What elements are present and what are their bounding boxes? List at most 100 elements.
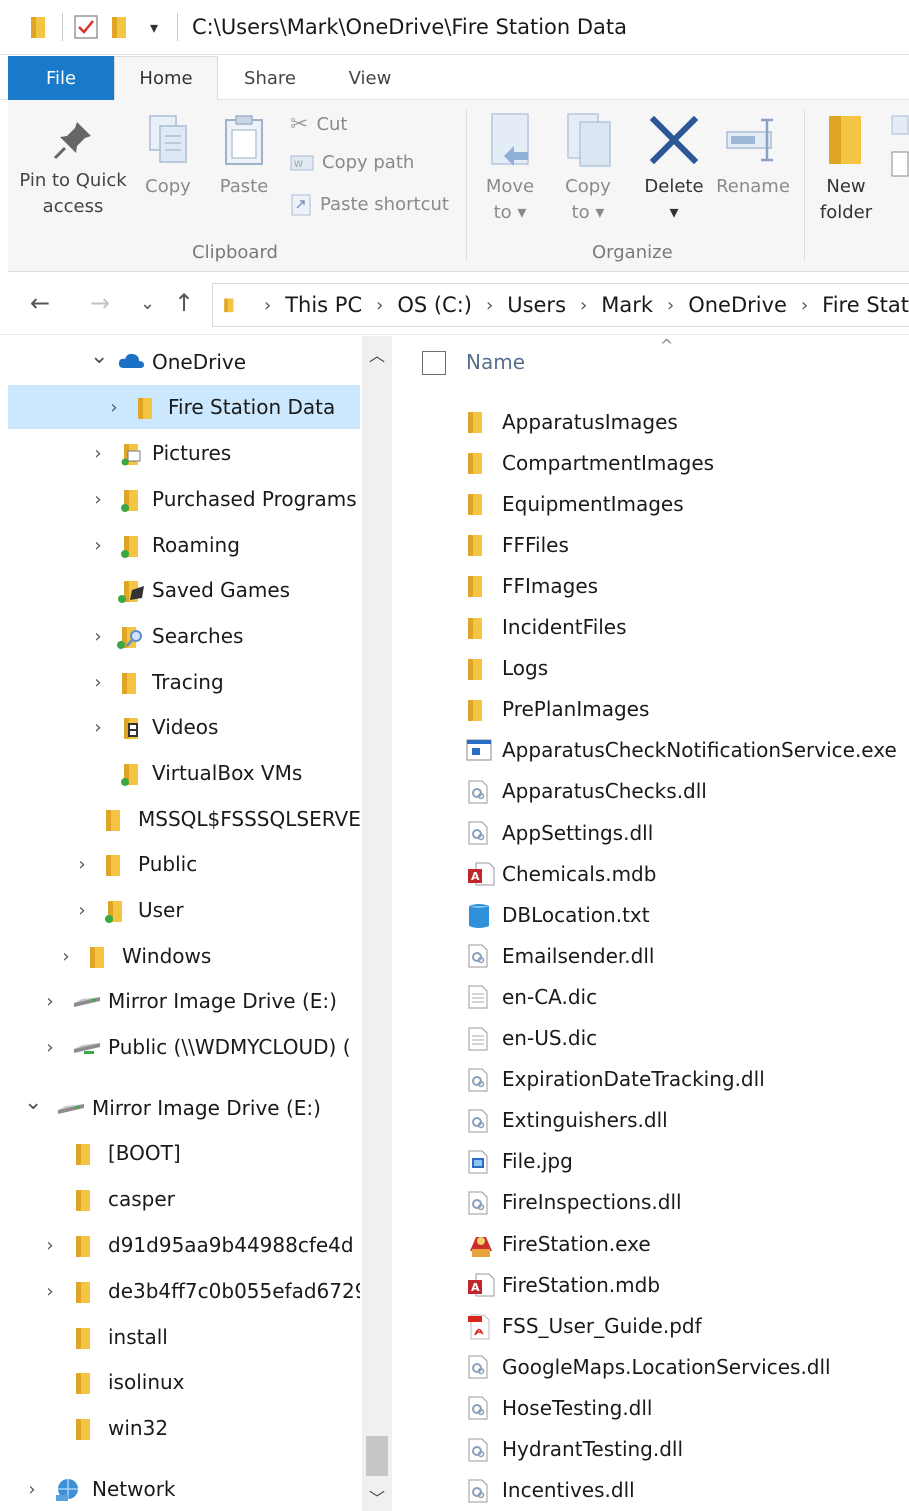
new-folder-button[interactable]: New folder [814, 112, 878, 226]
cut-button[interactable]: ✂ Cut [290, 112, 347, 137]
pin-to-quick-access-button[interactable]: Pin to Quick access [18, 118, 128, 220]
chevron-right-icon[interactable]: › [42, 1235, 58, 1256]
chevron-right-icon[interactable]: › [90, 672, 106, 693]
up-arrow-icon[interactable]: ↑ [174, 289, 194, 317]
chevron-right-icon[interactable]: › [90, 717, 106, 738]
file-row[interactable]: EquipmentImages [392, 483, 909, 524]
new-folder-quick-icon[interactable] [103, 7, 137, 47]
chevron-right-icon[interactable]: › [74, 900, 90, 921]
scrollbar-thumb[interactable] [366, 1436, 388, 1476]
breadcrumb-onedrive[interactable]: OneDrive [688, 293, 787, 317]
nav-item[interactable]: › Fire Station Data [8, 385, 360, 429]
nav-item[interactable]: VirtualBox VMs [8, 751, 360, 795]
file-row[interactable]: A Chemicals.mdb [392, 853, 909, 894]
nav-item[interactable]: ⌄ OneDrive [8, 340, 360, 384]
nav-item[interactable]: › Searches [8, 614, 360, 658]
chevron-right-icon[interactable]: › [24, 1479, 40, 1500]
nav-item[interactable]: › Videos [8, 705, 360, 749]
chevron-down-icon[interactable]: ⌄ [24, 1090, 42, 1115]
chevron-right-icon[interactable]: › [90, 626, 106, 647]
file-row[interactable]: FFImages [392, 565, 909, 606]
file-row[interactable]: GoogleMaps.LocationServices.dll [392, 1346, 909, 1387]
file-row[interactable]: en-CA.dic [392, 976, 909, 1017]
chevron-down-icon[interactable]: ⌄ [90, 344, 108, 369]
paste-button[interactable]: Paste [216, 112, 272, 200]
chevron-right-icon[interactable]: › [90, 489, 106, 510]
nav-item[interactable]: › Public (\\WDMYCLOUD) ( [8, 1025, 360, 1069]
file-row[interactable]: FireInspections.dll [392, 1182, 909, 1223]
breadcrumb-os-c[interactable]: OS (C:) [397, 293, 472, 317]
breadcrumb-chevron-icon[interactable]: › [580, 295, 587, 316]
column-header-name[interactable]: Name [466, 350, 525, 374]
file-row[interactable]: ApparatusChecks.dll [392, 771, 909, 812]
copy-path-button[interactable]: W Copy path [290, 152, 414, 173]
breadcrumb-chevron-icon[interactable]: › [801, 295, 808, 316]
rename-button[interactable]: Rename [714, 112, 792, 200]
nav-item[interactable]: win32 [8, 1406, 360, 1450]
nav-item[interactable]: install [8, 1315, 360, 1359]
nav-item[interactable]: › Pictures [8, 431, 360, 475]
file-row[interactable]: ApparatusCheckNotificationService.exe [392, 730, 909, 771]
nav-item[interactable]: isolinux [8, 1360, 360, 1404]
nav-item[interactable]: MSSQL$FSSSQLSERVE [8, 797, 360, 841]
file-row[interactable]: IncidentFiles [392, 607, 909, 648]
file-row[interactable]: ApparatusImages [392, 401, 909, 442]
file-row[interactable]: PrePlanImages [392, 689, 909, 730]
file-row[interactable]: HoseTesting.dll [392, 1387, 909, 1428]
file-row[interactable]: FireStation.exe [392, 1223, 909, 1264]
chevron-right-icon[interactable]: › [106, 397, 122, 418]
scroll-down-arrow-icon[interactable]: ﹀ [362, 1485, 392, 1509]
forward-arrow-icon[interactable]: → [90, 289, 110, 317]
nav-item[interactable]: › Purchased Programs [8, 477, 360, 521]
file-row[interactable]: Incentives.dll [392, 1470, 909, 1511]
chevron-right-icon[interactable]: › [58, 946, 74, 967]
address-bar[interactable]: › This PC › OS (C:) › Users › Mark › One… [212, 283, 909, 327]
breadcrumb-mark[interactable]: Mark [601, 293, 653, 317]
nav-item[interactable]: › d91d95aa9b44988cfe4d [8, 1223, 360, 1267]
file-row[interactable]: Extinguishers.dll [392, 1100, 909, 1141]
breadcrumb-chevron-icon[interactable]: › [667, 295, 674, 316]
chevron-right-icon[interactable]: › [74, 854, 90, 875]
nav-item[interactable]: › de3b4ff7c0b055efad6729 [8, 1269, 360, 1313]
delete-button[interactable]: Delete ▾ [640, 112, 708, 226]
navigation-pane-scrollbar[interactable]: ︿ ﹀ [362, 336, 392, 1511]
file-row[interactable]: FSS_User_Guide.pdf [392, 1305, 909, 1346]
nav-item[interactable]: › Tracing [8, 660, 360, 704]
nav-item[interactable]: › Windows [8, 934, 360, 978]
file-row[interactable]: Emailsender.dll [392, 935, 909, 976]
nav-item[interactable]: Saved Games [8, 568, 360, 612]
file-row[interactable]: AppSettings.dll [392, 812, 909, 853]
nav-item[interactable]: › User [8, 888, 360, 932]
chevron-right-icon[interactable]: › [42, 1037, 58, 1058]
copy-button[interactable]: Copy [140, 112, 196, 200]
file-row[interactable]: CompartmentImages [392, 442, 909, 483]
chevron-right-icon[interactable]: › [42, 991, 58, 1012]
nav-item[interactable]: casper [8, 1177, 360, 1221]
nav-item[interactable]: › Public [8, 842, 360, 886]
scroll-up-arrow-icon[interactable]: ︿ [362, 342, 392, 366]
copy-to-button[interactable]: Copy to ▾ [556, 112, 620, 226]
breadcrumb-chevron-icon[interactable]: › [486, 295, 493, 316]
file-row[interactable]: File.jpg [392, 1141, 909, 1182]
chevron-right-icon[interactable]: › [90, 535, 106, 556]
file-row[interactable]: FFFiles [392, 524, 909, 565]
chevron-right-icon[interactable]: › [90, 443, 106, 464]
tab-home[interactable]: Home [114, 56, 218, 100]
select-all-checkbox[interactable] [422, 351, 446, 375]
nav-item[interactable]: ⌄ Mirror Image Drive (E:) [8, 1086, 360, 1130]
breadcrumb-chevron-icon[interactable]: › [376, 295, 383, 316]
nav-item[interactable]: › Roaming [8, 523, 360, 567]
breadcrumb-fire-station-data[interactable]: Fire Stat [822, 293, 909, 317]
tab-view[interactable]: View [322, 56, 418, 100]
file-row[interactable]: ExpirationDateTracking.dll [392, 1059, 909, 1100]
file-row[interactable]: DBLocation.txt [392, 894, 909, 935]
file-row[interactable]: HydrantTesting.dll [392, 1429, 909, 1470]
nav-item[interactable]: › Mirror Image Drive (E:) [8, 979, 360, 1023]
breadcrumb-users[interactable]: Users [507, 293, 566, 317]
tab-file[interactable]: File [8, 56, 114, 100]
new-item-icon[interactable] [888, 112, 909, 182]
move-to-button[interactable]: Move to ▾ [478, 112, 542, 226]
file-row[interactable]: en-US.dic [392, 1018, 909, 1059]
recent-locations-chevron-icon[interactable]: ⌄ [140, 293, 155, 314]
back-arrow-icon[interactable]: ← [30, 289, 50, 317]
